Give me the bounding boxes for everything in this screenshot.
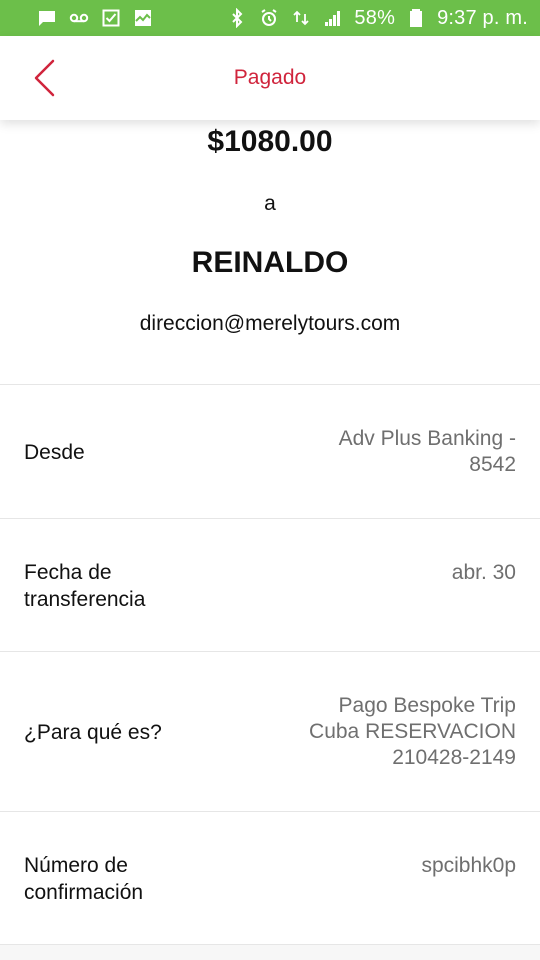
detail-row-purpose: ¿Para qué es? Pago Bespoke Trip Cuba RES… xyxy=(0,651,540,811)
detail-row-from: Desde Adv Plus Banking - 8542 xyxy=(0,384,540,518)
signal-icon xyxy=(322,7,344,29)
page-title: Pagado xyxy=(233,66,307,89)
detail-value-confirmation: spcibhk0p xyxy=(421,854,516,877)
chevron-left-icon xyxy=(34,59,55,97)
data-icon xyxy=(290,7,312,29)
detail-value-purpose: Pago Bespoke Trip Cuba RESERVACION 21042… xyxy=(309,694,516,769)
detail-label-from: Desde xyxy=(24,441,85,464)
detail-value-from: Adv Plus Banking - 8542 xyxy=(338,427,516,476)
recipient-name: REINALDO xyxy=(191,246,349,279)
payment-amount: $1080.00 xyxy=(207,125,333,158)
status-left-icons xyxy=(36,7,154,29)
detail-row-confirmation: Número de confirmación spcibhk0p xyxy=(0,811,540,944)
alarm-icon xyxy=(258,7,280,29)
checkbox-icon xyxy=(100,7,122,29)
to-label: a xyxy=(264,192,276,215)
payment-summary: $1080.00 a REINALDO direccion@merelytour… xyxy=(0,120,540,384)
activity-icon xyxy=(132,7,154,29)
message-icon xyxy=(36,7,58,29)
back-button[interactable] xyxy=(24,54,64,102)
status-time: 9:37 p. m. xyxy=(437,6,528,29)
battery-icon xyxy=(405,7,427,29)
recipient-email: direccion@merelytours.com xyxy=(139,312,401,335)
detail-value-transfer-date: abr. 30 xyxy=(451,561,516,584)
detail-label-confirmation: Número de confirmación xyxy=(24,854,144,904)
status-right-icons: 58% 9:37 p. m. xyxy=(226,7,528,30)
detail-label-purpose: ¿Para qué es? xyxy=(24,721,162,744)
status-bar: 58% 9:37 p. m. xyxy=(0,0,540,36)
bluetooth-icon xyxy=(226,7,248,29)
app-bar: Pagado xyxy=(0,36,540,120)
battery-percent: 58% xyxy=(354,6,396,29)
detail-label-transfer-date: Fecha de transferencia xyxy=(24,561,146,611)
detail-row-transfer-date: Fecha de transferencia abr. 30 xyxy=(0,518,540,651)
voicemail-icon xyxy=(68,7,90,29)
bottom-divider xyxy=(0,944,540,960)
